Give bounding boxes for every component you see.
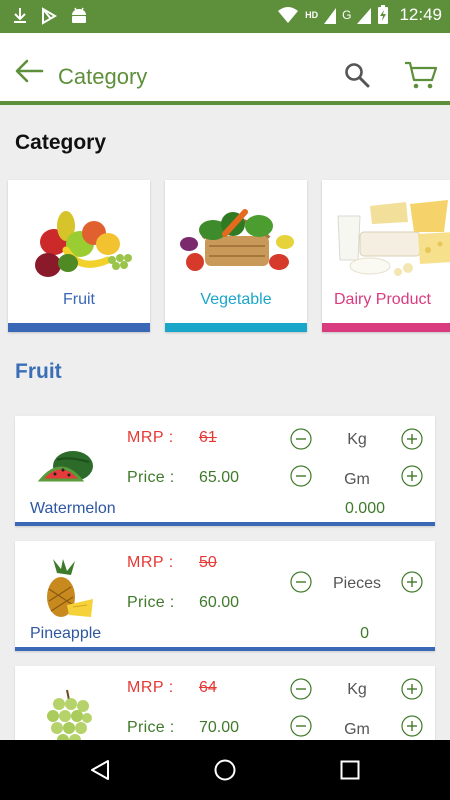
unit-gm-label: Gm: [344, 471, 370, 488]
product-quantity: 0.000: [344, 500, 385, 517]
unit-pieces-label: Pieces: [332, 575, 382, 592]
product-name: Watermelon: [30, 500, 116, 517]
signal-icon-2: [357, 8, 372, 24]
pineapple-image: [47, 559, 93, 617]
mrp-value: 50: [199, 554, 217, 571]
app-bar: Category: [0, 33, 450, 105]
clock: 12:49: [399, 5, 442, 24]
category-card-fruit[interactable]: Fruit: [8, 180, 150, 332]
increase-kg-icon[interactable]: [401, 428, 423, 450]
category-card-vegetable[interactable]: Vegetable: [165, 180, 307, 332]
product-card-watermelon[interactable]: MRP : 61 Price : 65.00 Kg Gm Watermelon …: [15, 416, 435, 526]
decrease-gm-icon[interactable]: [290, 715, 312, 737]
category-label-dairy-product: Dairy Product: [334, 291, 431, 308]
decrease-gm-icon[interactable]: [290, 465, 312, 487]
price-value: 65.00: [199, 469, 240, 486]
unit-kg-label: Kg: [347, 681, 367, 698]
category-underline-fruit: [8, 323, 150, 332]
product-name: Pineapple: [30, 625, 102, 642]
increase-gm-icon[interactable]: [401, 715, 423, 737]
mrp-label: MRP :: [127, 429, 174, 446]
price-label: Price :: [127, 469, 175, 486]
category-underline-dairy-product: [322, 323, 450, 332]
category-underline-vegetable: [165, 323, 307, 332]
vegetable-image: [180, 209, 294, 271]
network-hd-label: HD: [305, 10, 319, 20]
unit-gm-label: Gm: [344, 721, 370, 738]
battery-charging-icon: [378, 5, 389, 24]
nav-recents-icon[interactable]: [338, 758, 362, 782]
nav-back-icon[interactable]: [88, 758, 112, 782]
mrp-value: 64: [199, 679, 217, 696]
price-label: Price :: [127, 719, 175, 736]
category-label-vegetable: Vegetable: [200, 291, 272, 308]
category-section-title: Category: [15, 131, 107, 154]
wifi-icon: [278, 7, 299, 23]
mrp-value: 61: [199, 429, 217, 446]
status-system: HD G 12:49: [277, 5, 442, 25]
download-icon: [14, 8, 26, 23]
status-bar: HD G 12:49: [0, 0, 450, 33]
product-card-pineapple[interactable]: MRP : 50 Price : 60.00 Pieces Pineapple …: [15, 541, 435, 651]
signal-icon: [324, 8, 337, 24]
system-nav-bar: [0, 740, 450, 800]
watermelon-image: [37, 451, 93, 482]
increase-gm-icon[interactable]: [401, 465, 423, 487]
product-list-title: Fruit: [15, 360, 62, 383]
play-store-icon: [42, 7, 57, 25]
decrease-pieces-icon[interactable]: [290, 571, 312, 593]
dairy-image: [337, 200, 450, 276]
product-quantity: 0: [360, 625, 369, 642]
network-g-label: G: [342, 8, 352, 22]
android-icon: [72, 7, 86, 23]
unit-kg-label: Kg: [347, 431, 367, 448]
cart-icon[interactable]: [404, 60, 438, 90]
page-title: Category: [58, 64, 148, 89]
decrease-kg-icon[interactable]: [290, 678, 312, 700]
price-label: Price :: [127, 594, 175, 611]
price-value: 70.00: [199, 719, 240, 736]
search-icon[interactable]: [344, 62, 370, 88]
fruit-image: [35, 211, 132, 277]
category-label-fruit: Fruit: [63, 291, 95, 308]
mrp-label: MRP :: [127, 554, 174, 571]
price-value: 60.00: [199, 594, 240, 611]
decrease-kg-icon[interactable]: [290, 428, 312, 450]
mrp-label: MRP :: [127, 679, 174, 696]
back-arrow-icon[interactable]: [14, 59, 44, 83]
increase-kg-icon[interactable]: [401, 678, 423, 700]
increase-pieces-icon[interactable]: [401, 571, 423, 593]
status-notifications: [12, 6, 88, 26]
nav-home-icon[interactable]: [213, 758, 237, 782]
category-card-dairy-product[interactable]: Dairy Product: [322, 180, 450, 332]
